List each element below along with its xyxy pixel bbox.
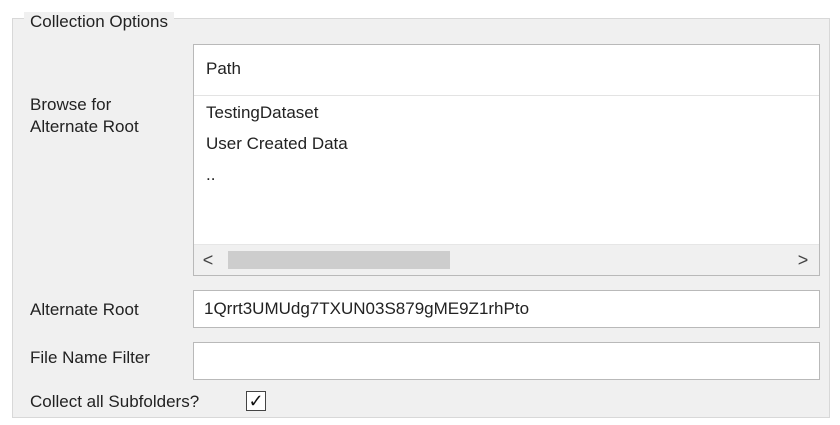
list-item-user-created-data[interactable]: User Created Data xyxy=(206,134,348,154)
browse-label: Browse for Alternate Root xyxy=(30,94,139,138)
chevron-right-icon[interactable]: > xyxy=(793,248,813,272)
file-name-filter-label: File Name Filter xyxy=(30,348,150,367)
list-item-parent-directory[interactable]: .. xyxy=(206,165,215,185)
browse-label-line2: Alternate Root xyxy=(30,117,139,136)
group-title: Collection Options xyxy=(24,12,174,32)
alternate-root-label: Alternate Root xyxy=(30,300,139,319)
collect-subfolders-checkbox[interactable]: ✓ xyxy=(246,391,266,411)
list-item-testingdataset[interactable]: TestingDataset xyxy=(206,103,318,123)
scrollbar-thumb[interactable] xyxy=(228,251,450,269)
path-column-label: Path xyxy=(206,59,241,78)
path-column-header[interactable]: Path xyxy=(194,45,819,96)
chevron-left-icon[interactable]: < xyxy=(198,248,218,272)
alternate-root-input[interactable]: 1Qrrt3UMUdg7TXUN03S879gME9Z1rhPto xyxy=(193,290,820,328)
path-listview[interactable]: Path TestingDataset User Created Data ..… xyxy=(193,44,820,276)
browse-label-line1: Browse for xyxy=(30,95,112,114)
file-name-filter-input[interactable] xyxy=(193,342,820,380)
horizontal-scrollbar[interactable]: < > xyxy=(194,244,819,275)
collect-subfolders-label: Collect all Subfolders? xyxy=(30,392,200,411)
